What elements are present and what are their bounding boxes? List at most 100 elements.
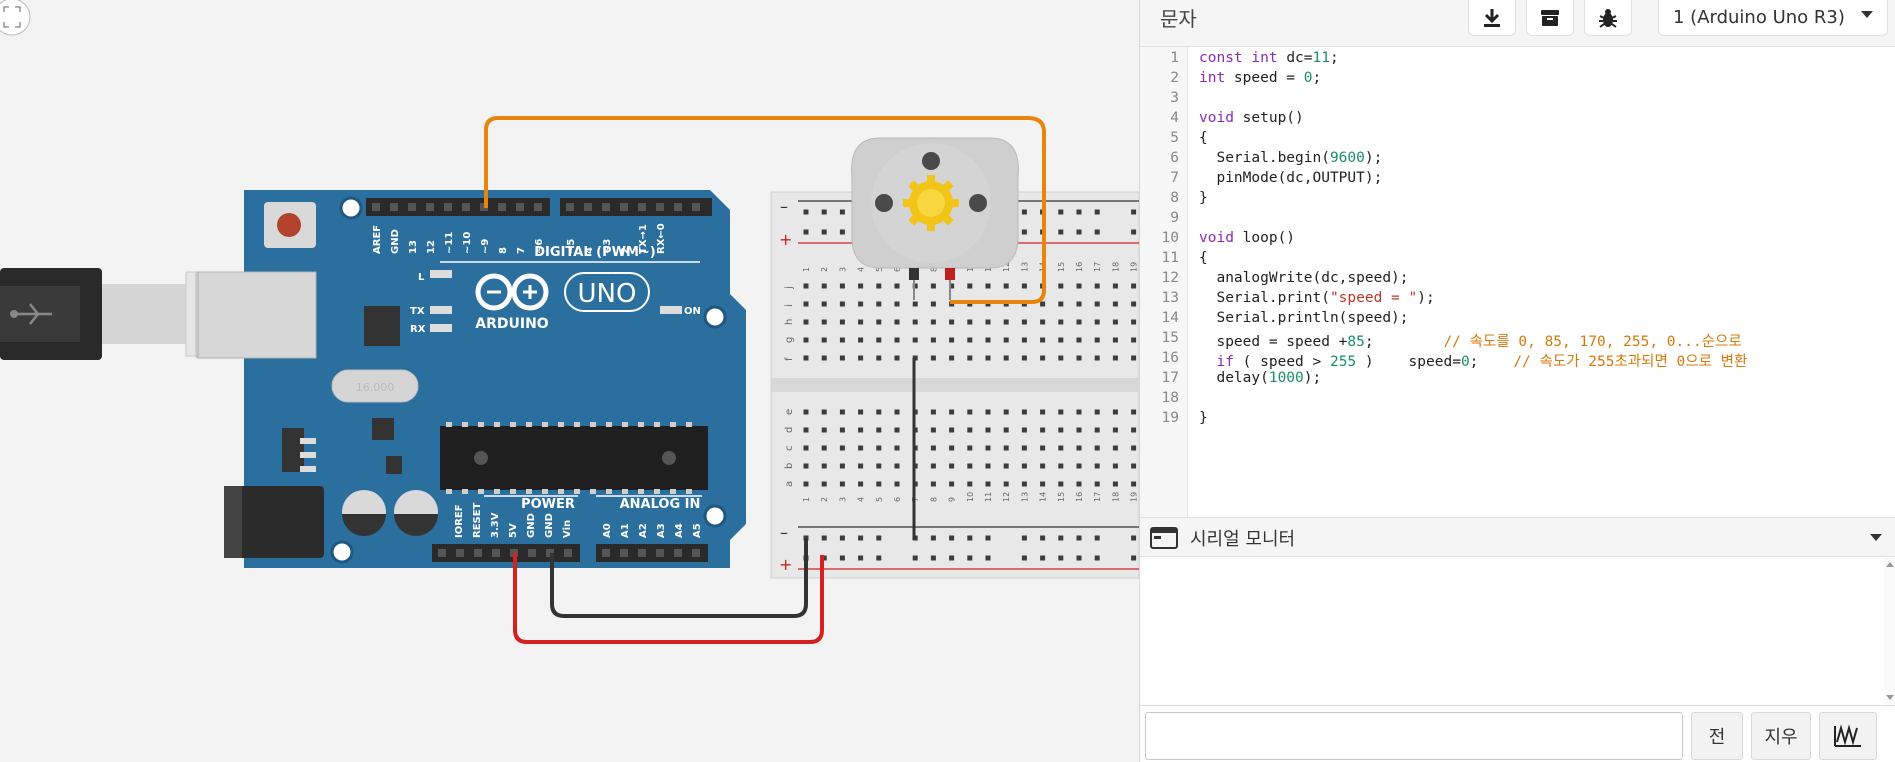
breadboard-hole[interactable] [1021,481,1027,487]
breadboard-hole[interactable] [1094,535,1100,541]
breadboard-hole[interactable] [1112,409,1118,415]
breadboard-hole[interactable] [1021,337,1027,343]
breadboard-hole[interactable] [949,555,955,561]
breadboard-hole[interactable] [876,445,882,451]
breadboard-hole[interactable] [858,409,864,415]
circuit-canvas[interactable]: 16.000 L TX RX ON ARDUINO UNO DIGITAL (P… [0,0,1139,762]
breadboard-hole[interactable] [1040,445,1046,451]
breadboard-hole[interactable] [894,445,900,451]
breadboard-hole[interactable] [1112,337,1118,343]
breadboard-hole[interactable] [949,355,955,361]
breadboard-hole[interactable] [839,427,845,433]
breadboard-hole[interactable] [894,337,900,343]
breadboard-hole[interactable] [967,355,973,361]
breadboard-hole[interactable] [1040,481,1046,487]
breadboard-hole[interactable] [821,427,827,433]
collapse-chevron-icon[interactable] [1870,534,1882,541]
breadboard-hole[interactable] [1058,463,1064,469]
breadboard-hole[interactable] [967,463,973,469]
breadboard-hole[interactable] [839,409,845,415]
breadboard-hole[interactable] [839,301,845,307]
breadboard-hole[interactable] [1112,463,1118,469]
breadboard-hole[interactable] [821,481,827,487]
breadboard-hole[interactable] [1003,319,1009,325]
breadboard-hole[interactable] [1094,463,1100,469]
breadboard-hole[interactable] [912,319,918,325]
breadboard-hole[interactable] [876,409,882,415]
breadboard-hole[interactable] [985,337,991,343]
breadboard-hole[interactable] [1021,229,1027,235]
breadboard-hole[interactable] [839,463,845,469]
breadboard-hole[interactable] [858,283,864,289]
serial-scrollbar[interactable] [1884,557,1895,705]
breadboard-hole[interactable] [1040,427,1046,433]
breadboard-hole[interactable] [1040,535,1046,541]
breadboard-hole[interactable] [1021,283,1027,289]
breadboard-hole[interactable] [1131,555,1137,561]
breadboard-hole[interactable] [1076,319,1082,325]
breadboard-hole[interactable] [1040,409,1046,415]
send-button[interactable]: 전 [1691,712,1743,760]
breadboard-hole[interactable] [1003,445,1009,451]
breadboard-hole[interactable] [839,535,845,541]
breadboard-hole[interactable] [858,301,864,307]
breadboard-hole[interactable] [1058,319,1064,325]
breadboard-hole[interactable] [1131,209,1137,215]
breadboard-hole[interactable] [1058,229,1064,235]
breadboard-hole[interactable] [1058,337,1064,343]
breadboard-hole[interactable] [1021,555,1027,561]
breadboard-hole[interactable] [967,337,973,343]
breadboard-hole[interactable] [1112,445,1118,451]
breadboard-hole[interactable] [949,445,955,451]
breadboard-hole[interactable] [1021,463,1027,469]
breadboard-hole[interactable] [1040,319,1046,325]
breadboard-hole[interactable] [1058,427,1064,433]
breadboard-hole[interactable] [1112,319,1118,325]
breadboard-hole[interactable] [949,409,955,415]
code-mode-label[interactable]: 문자 [1160,3,1197,32]
breadboard-hole[interactable] [1131,355,1137,361]
breadboard-hole[interactable] [1131,337,1137,343]
breadboard-hole[interactable] [894,463,900,469]
breadboard-hole[interactable] [1094,355,1100,361]
breadboard-hole[interactable] [803,355,809,361]
breadboard-hole[interactable] [876,355,882,361]
breadboard-hole[interactable] [1058,445,1064,451]
breadboard-hole[interactable] [949,481,955,487]
breadboard-hole[interactable] [985,409,991,415]
breadboard-hole[interactable] [967,319,973,325]
breadboard-hole[interactable] [1131,283,1137,289]
breadboard-hole[interactable] [1131,319,1137,325]
breadboard-hole[interactable] [1003,409,1009,415]
breadboard-hole[interactable] [1131,427,1137,433]
breadboard-hole[interactable] [821,319,827,325]
breadboard-hole[interactable] [1058,481,1064,487]
breadboard-hole[interactable] [839,319,845,325]
breadboard-hole[interactable] [1076,535,1082,541]
breadboard-hole[interactable] [1003,427,1009,433]
breadboard-hole[interactable] [985,463,991,469]
breadboard-hole[interactable] [803,301,809,307]
breadboard-hole[interactable] [1058,409,1064,415]
breadboard-hole[interactable] [1021,355,1027,361]
breadboard-hole[interactable] [821,535,827,541]
breadboard-hole[interactable] [1021,209,1027,215]
breadboard-hole[interactable] [1112,301,1118,307]
breadboard-hole[interactable] [967,283,973,289]
breadboard-hole[interactable] [839,481,845,487]
breadboard-hole[interactable] [894,319,900,325]
breadboard-hole[interactable] [1021,445,1027,451]
breadboard-hole[interactable] [858,319,864,325]
breadboard-hole[interactable] [803,409,809,415]
breadboard-hole[interactable] [1058,301,1064,307]
breadboard-hole[interactable] [1003,481,1009,487]
breadboard-hole[interactable] [949,463,955,469]
breadboard-hole[interactable] [858,481,864,487]
breadboard-hole[interactable] [894,409,900,415]
serial-input-field[interactable] [1145,712,1683,760]
breadboard-hole[interactable] [1094,283,1100,289]
breadboard-hole[interactable] [821,283,827,289]
breadboard-hole[interactable] [1021,319,1027,325]
breadboard-hole[interactable] [1040,301,1046,307]
breadboard-hole[interactable] [803,427,809,433]
